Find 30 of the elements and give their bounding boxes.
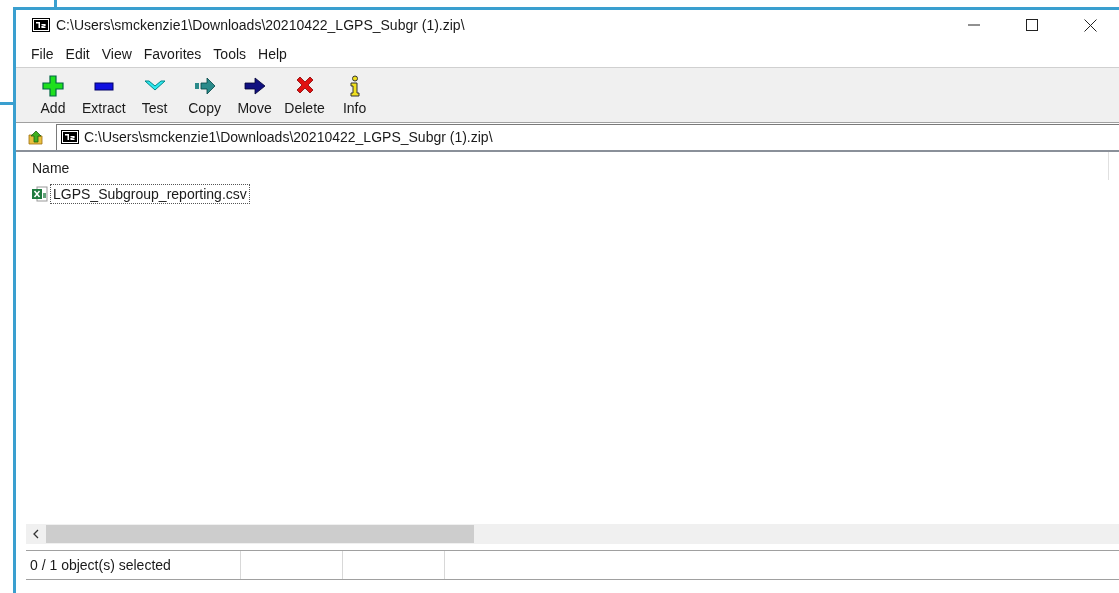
menu-item[interactable]: Favorites bbox=[137, 45, 208, 62]
arrow-icon bbox=[243, 74, 266, 97]
toolbar-button[interactable]: Move bbox=[229, 68, 280, 122]
toolbar-button[interactable]: Test bbox=[129, 68, 180, 122]
menu-item[interactable]: File bbox=[25, 45, 60, 62]
toolbar-button[interactable]: Extract bbox=[78, 68, 130, 122]
menu-item[interactable]: Tools bbox=[207, 45, 253, 62]
horizontal-scrollbar[interactable] bbox=[26, 524, 1119, 544]
menu-item[interactable]: View bbox=[95, 45, 138, 62]
app-icon bbox=[32, 18, 50, 32]
maximize-icon bbox=[1026, 19, 1038, 31]
menu-item[interactable]: Help bbox=[252, 45, 293, 62]
file-name[interactable]: LGPS_Subgroup_reporting.csv bbox=[50, 184, 250, 204]
column-header[interactable]: Name bbox=[32, 152, 1109, 180]
toolbar-button[interactable]: Copy bbox=[179, 68, 230, 122]
close-icon bbox=[1083, 18, 1097, 32]
menu-item[interactable]: Edit bbox=[59, 45, 96, 62]
toolbar-button[interactable]: Info bbox=[329, 68, 380, 122]
scroll-left-icon[interactable] bbox=[32, 529, 40, 539]
toolbar-button[interactable]: Add bbox=[28, 68, 78, 122]
plus-icon bbox=[42, 74, 64, 97]
folder-up-icon[interactable] bbox=[28, 128, 44, 145]
toolbar-button[interactable]: Delete bbox=[279, 68, 330, 122]
window-title: C:\Users\smckenzie1\Downloads\20210422_LGPS_Subgr (1).zip\ bbox=[56, 17, 465, 33]
status-text: 0 / 1 object(s) selected bbox=[26, 551, 241, 579]
scrollbar-thumb[interactable] bbox=[46, 525, 474, 543]
spreadsheet-icon bbox=[32, 186, 48, 202]
archive-icon bbox=[61, 130, 79, 144]
address-field[interactable]: C:\Users\smckenzie1\Downloads\20210422_LGPS_Subgr (1).zip\ bbox=[56, 123, 1119, 150]
column-label: Name bbox=[32, 160, 70, 178]
